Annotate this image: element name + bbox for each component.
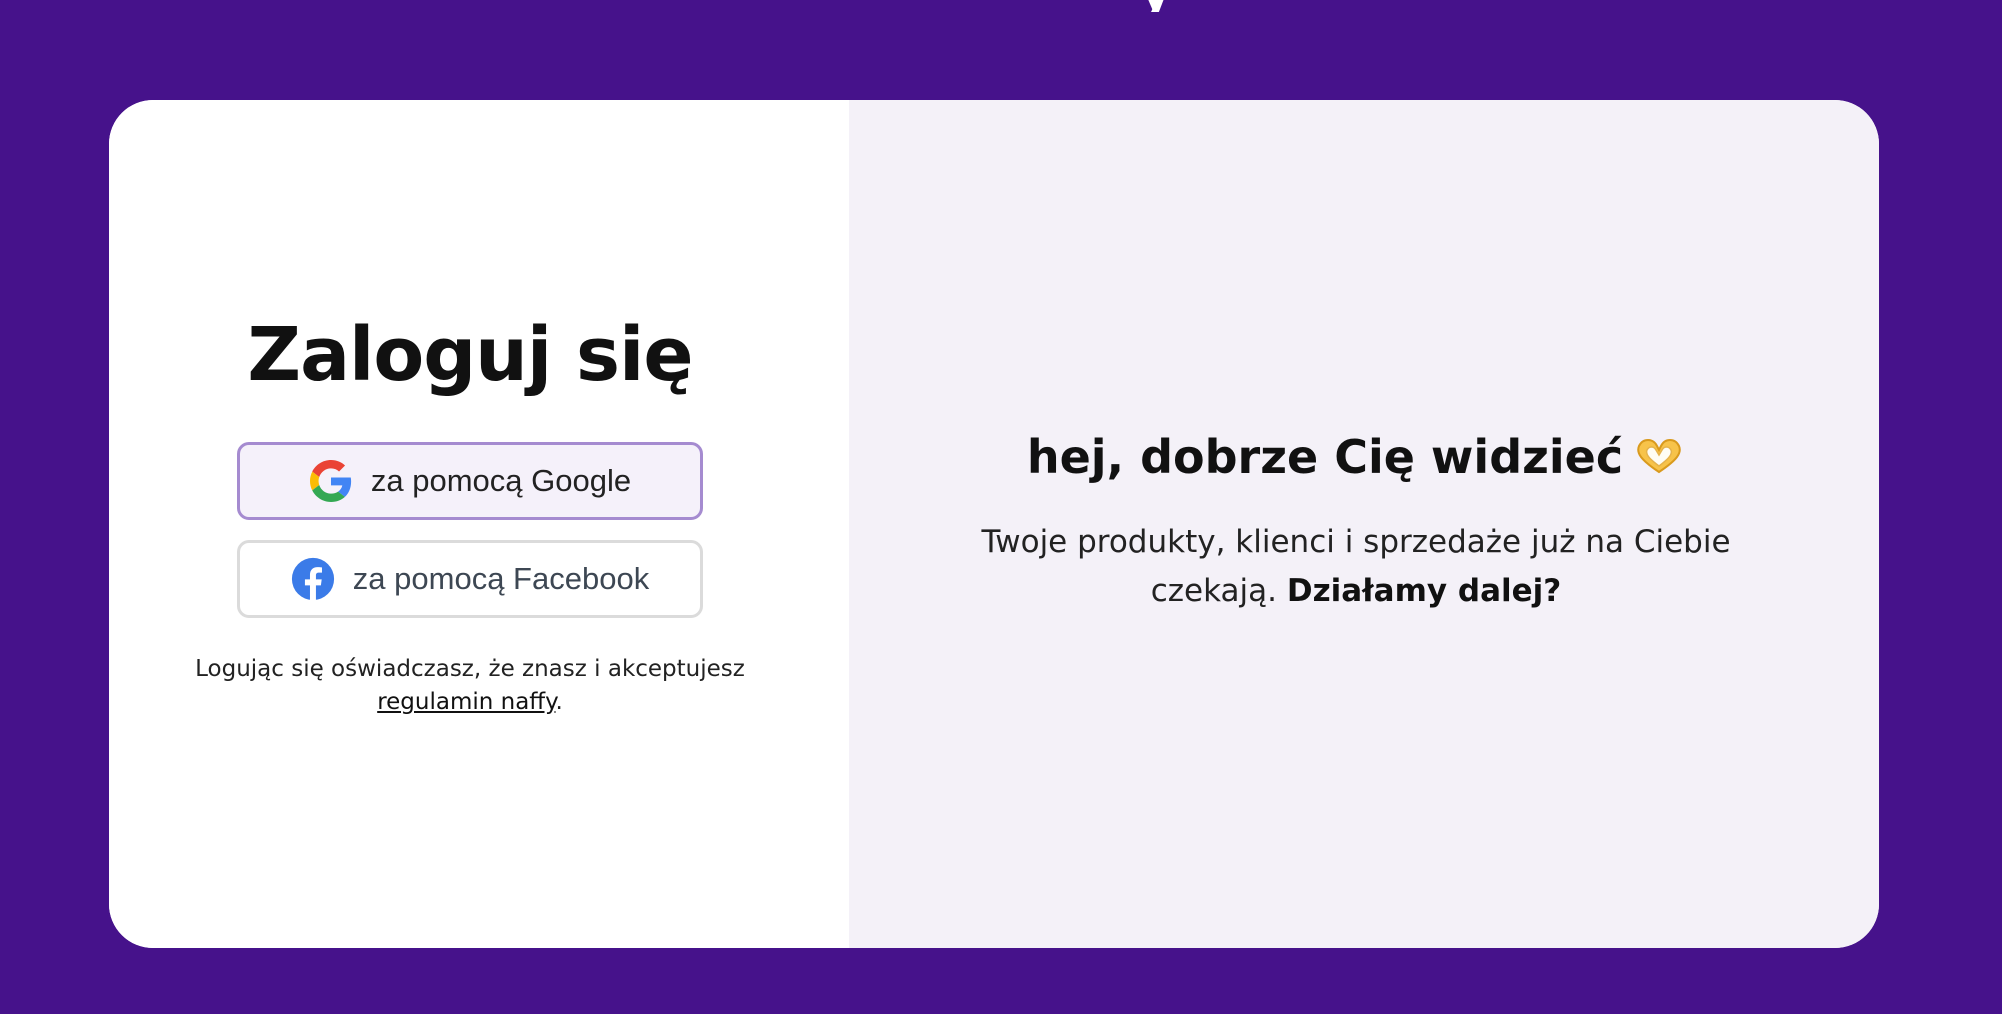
google-login-button[interactable]: za pomocą Google (237, 442, 703, 520)
logo-fragment-text: y (1140, 0, 1180, 12)
heart-hands-icon (1633, 433, 1685, 488)
google-icon (309, 459, 353, 503)
terms-notice: Logując się oświadczasz, że znasz i akce… (189, 653, 751, 719)
terms-suffix: . (555, 689, 563, 715)
terms-link[interactable]: regulamin naffy (377, 689, 555, 715)
terms-prefix: Logując się oświadczasz, że znasz i akce… (195, 656, 745, 682)
welcome-title: hej, dobrze Cię widzieć (833, 430, 1879, 488)
facebook-login-button[interactable]: za pomocą Facebook (237, 540, 703, 618)
welcome-cta: Działamy dalej? (1286, 573, 1562, 609)
google-login-label: za pomocą Google (370, 463, 632, 498)
logo-fragment: y (1140, 0, 1180, 12)
login-title: Zaloguj się (247, 312, 693, 398)
login-card: Zaloguj się za pomocą Google za pomocą F… (109, 100, 1879, 948)
facebook-login-label: za pomocą Facebook (352, 561, 650, 596)
welcome-message: Twoje produkty, klienci i sprzedaże już … (833, 518, 1879, 616)
facebook-icon (291, 557, 335, 601)
welcome-message-body: Twoje produkty, klienci i sprzedaże już … (976, 518, 1736, 616)
welcome-title-text: hej, dobrze Cię widzieć (1026, 430, 1624, 484)
login-panel (109, 100, 849, 948)
